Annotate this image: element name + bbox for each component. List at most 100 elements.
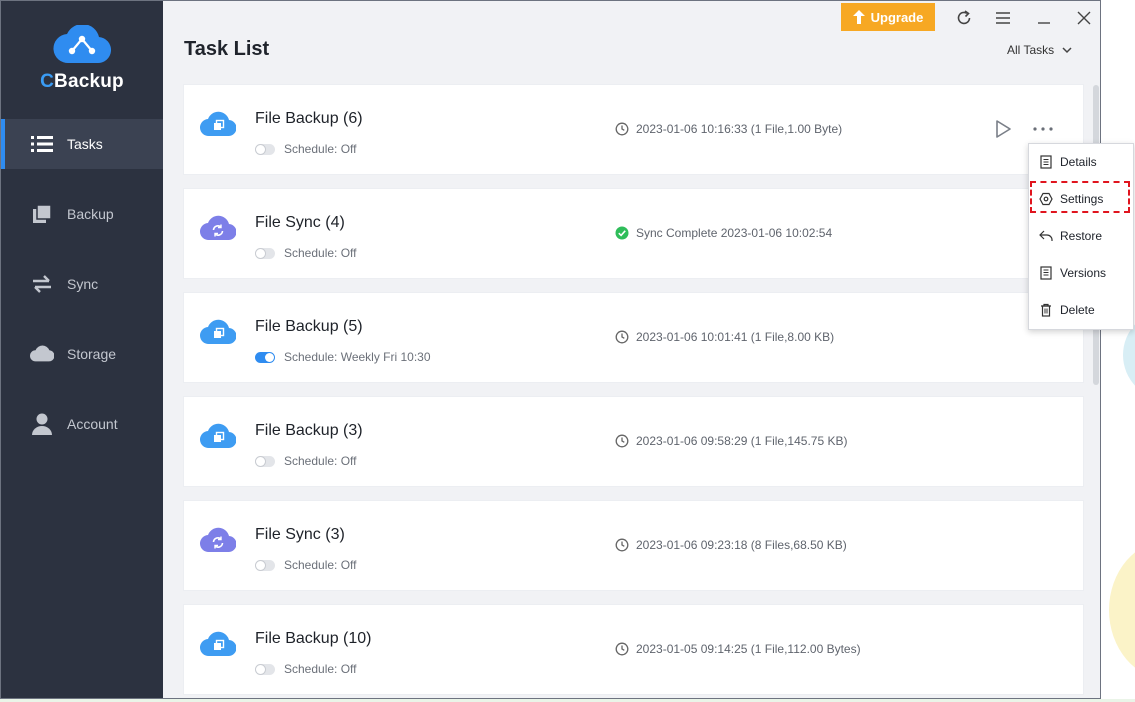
sidebar: CBackup Tasks Backup Sync Storage Accoun… bbox=[1, 1, 163, 698]
sync-cloud-icon bbox=[199, 527, 237, 558]
app-logo: CBackup bbox=[1, 25, 163, 93]
clock-icon bbox=[615, 538, 629, 552]
restore-icon bbox=[1039, 229, 1053, 243]
clock-icon bbox=[615, 434, 629, 448]
task-filter-label: All Tasks bbox=[1007, 43, 1055, 57]
task-card[interactable]: File Sync (4) Schedule: Off Sync Complet… bbox=[184, 189, 1083, 278]
clock-icon bbox=[615, 642, 629, 656]
clock-icon bbox=[615, 122, 629, 136]
more-options-icon[interactable] bbox=[1032, 119, 1054, 137]
schedule-toggle[interactable] bbox=[255, 351, 275, 363]
status-text: Sync Complete 2023-01-06 10:02:54 bbox=[636, 226, 833, 240]
details-icon bbox=[1039, 155, 1053, 169]
status-text: 2023-01-05 09:14:25 (1 File,112.00 Bytes… bbox=[636, 642, 861, 656]
schedule-toggle[interactable] bbox=[255, 559, 275, 571]
menu-item-label: Settings bbox=[1060, 192, 1104, 206]
backup-cloud-icon bbox=[199, 111, 237, 142]
menu-icon[interactable] bbox=[992, 7, 1014, 29]
trash-icon bbox=[1039, 303, 1053, 317]
play-icon[interactable] bbox=[994, 119, 1012, 144]
status-text: 2023-01-06 09:23:18 (8 Files,68.50 KB) bbox=[636, 538, 847, 552]
backup-cloud-icon bbox=[199, 319, 237, 350]
menu-item-versions[interactable]: Versions bbox=[1029, 259, 1133, 287]
task-card[interactable]: File Backup (10) Schedule: Off 2023-01-0… bbox=[184, 605, 1083, 694]
task-schedule: Schedule: Weekly Fri 10:30 bbox=[255, 350, 431, 364]
schedule-label: Schedule: Off bbox=[284, 454, 357, 468]
sidebar-item-label: Account bbox=[67, 416, 118, 432]
task-name: File Backup (6) bbox=[255, 110, 363, 127]
task-card[interactable]: File Backup (6) Schedule: Off 2023-01-06… bbox=[184, 85, 1083, 174]
task-card[interactable]: File Sync (3) Schedule: Off 2023-01-06 0… bbox=[184, 501, 1083, 590]
sidebar-item-storage[interactable]: Storage bbox=[1, 329, 163, 379]
upgrade-arrow-icon bbox=[852, 10, 865, 24]
sidebar-item-account[interactable]: Account bbox=[1, 399, 163, 449]
task-status: 2023-01-06 09:58:29 (1 File,145.75 KB) bbox=[615, 434, 847, 448]
settings-icon bbox=[1039, 192, 1053, 206]
schedule-toggle[interactable] bbox=[255, 247, 275, 259]
schedule-label: Schedule: Off bbox=[284, 246, 357, 260]
clock-icon bbox=[615, 330, 629, 344]
sync-cloud-icon bbox=[199, 215, 237, 246]
schedule-label: Schedule: Off bbox=[284, 662, 357, 676]
task-status: 2023-01-06 09:23:18 (8 Files,68.50 KB) bbox=[615, 538, 847, 552]
task-name: File Backup (10) bbox=[255, 630, 372, 647]
app-window: CBackup Tasks Backup Sync Storage Accoun… bbox=[0, 0, 1101, 699]
backup-cloud-icon bbox=[199, 631, 237, 662]
backup-icon bbox=[30, 202, 54, 226]
schedule-toggle[interactable] bbox=[255, 455, 275, 467]
sidebar-item-backup[interactable]: Backup bbox=[1, 189, 163, 239]
sidebar-item-tasks[interactable]: Tasks bbox=[1, 119, 163, 169]
menu-item-details[interactable]: Details bbox=[1029, 148, 1133, 176]
task-status: Sync Complete 2023-01-06 10:02:54 bbox=[615, 226, 832, 240]
sidebar-item-label: Tasks bbox=[67, 136, 103, 152]
cloud-icon bbox=[30, 342, 54, 366]
task-status: 2023-01-06 10:01:41 (1 File,8.00 KB) bbox=[615, 330, 834, 344]
backup-cloud-icon bbox=[199, 423, 237, 454]
sync-arrows-icon bbox=[30, 272, 54, 296]
task-schedule: Schedule: Off bbox=[255, 454, 357, 468]
cbackup-logo-icon bbox=[53, 25, 111, 64]
status-text: 2023-01-06 10:16:33 (1 File,1.00 Byte) bbox=[636, 122, 843, 136]
schedule-toggle[interactable] bbox=[255, 663, 275, 675]
task-schedule: Schedule: Off bbox=[255, 246, 357, 260]
chevron-down-icon bbox=[1062, 46, 1072, 53]
list-icon bbox=[30, 132, 54, 156]
schedule-label: Schedule: Weekly Fri 10:30 bbox=[284, 350, 431, 364]
task-name: File Backup (3) bbox=[255, 422, 363, 439]
sidebar-item-label: Storage bbox=[67, 346, 117, 362]
upgrade-button[interactable]: Upgrade bbox=[841, 3, 935, 31]
status-text: 2023-01-06 10:01:41 (1 File,8.00 KB) bbox=[636, 330, 835, 344]
status-text: 2023-01-06 09:58:29 (1 File,145.75 KB) bbox=[636, 434, 848, 448]
task-name: File Sync (4) bbox=[255, 214, 345, 231]
sidebar-item-label: Sync bbox=[67, 276, 99, 292]
task-filter-dropdown[interactable]: All Tasks bbox=[1007, 43, 1072, 57]
task-schedule: Schedule: Off bbox=[255, 142, 357, 156]
menu-item-restore[interactable]: Restore bbox=[1029, 222, 1133, 250]
menu-item-label: Details bbox=[1060, 155, 1097, 169]
menu-item-label: Versions bbox=[1060, 266, 1107, 280]
close-icon[interactable] bbox=[1073, 7, 1095, 29]
refresh-icon[interactable] bbox=[953, 7, 975, 29]
menu-item-settings[interactable]: Settings bbox=[1029, 185, 1133, 213]
versions-icon bbox=[1039, 266, 1053, 280]
main-panel: Task List Upgrade All Tasks File Backup … bbox=[163, 1, 1100, 698]
menu-item-label: Delete bbox=[1060, 303, 1095, 317]
task-card[interactable]: File Backup (5) Schedule: Weekly Fri 10:… bbox=[184, 293, 1083, 382]
desktop-background bbox=[1101, 0, 1135, 702]
schedule-toggle[interactable] bbox=[255, 143, 275, 155]
task-name: File Sync (3) bbox=[255, 526, 345, 543]
user-icon bbox=[30, 412, 54, 436]
task-schedule: Schedule: Off bbox=[255, 662, 357, 676]
minimize-icon[interactable] bbox=[1033, 7, 1055, 29]
task-status: 2023-01-05 09:14:25 (1 File,112.00 Bytes… bbox=[615, 642, 861, 656]
app-name: CBackup bbox=[40, 71, 124, 92]
task-name: File Backup (5) bbox=[255, 318, 363, 335]
task-context-menu: Details Settings Restore Versions Delete bbox=[1028, 143, 1134, 330]
page-title: Task List bbox=[184, 38, 270, 60]
sidebar-item-label: Backup bbox=[67, 206, 114, 222]
task-card[interactable]: File Backup (3) Schedule: Off 2023-01-06… bbox=[184, 397, 1083, 486]
menu-item-delete[interactable]: Delete bbox=[1029, 296, 1133, 324]
sidebar-item-sync[interactable]: Sync bbox=[1, 259, 163, 309]
check-circle-icon bbox=[615, 226, 629, 240]
menu-item-label: Restore bbox=[1060, 229, 1103, 243]
